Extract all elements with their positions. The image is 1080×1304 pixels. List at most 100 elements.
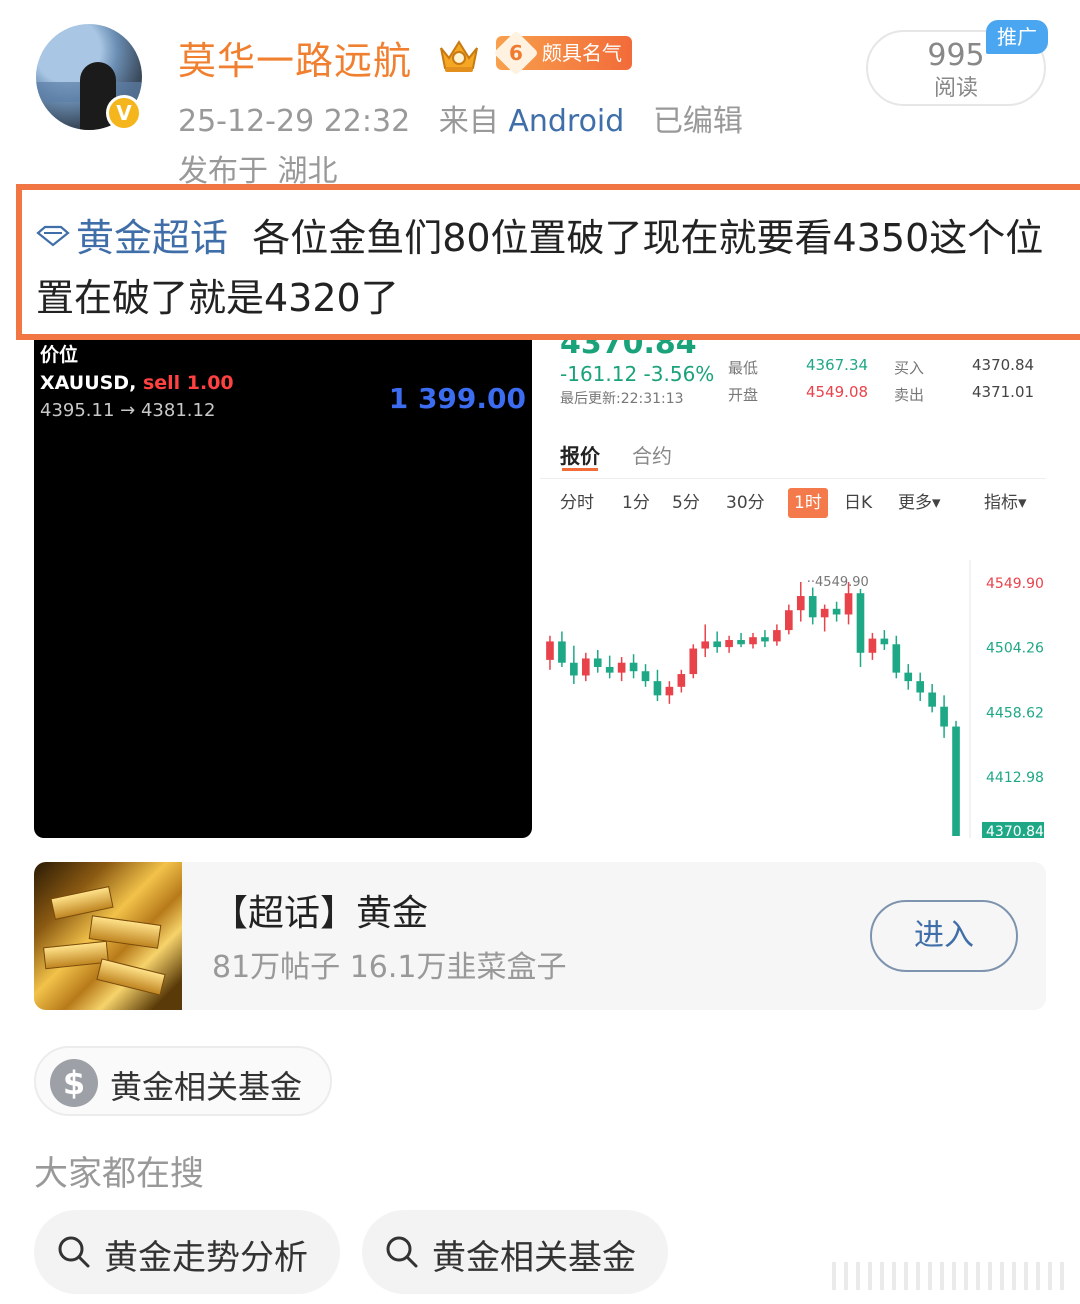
diamond-icon: [36, 225, 70, 247]
edited-flag[interactable]: 已编辑: [653, 104, 743, 139]
candle-body: [605, 666, 614, 673]
candle-body: [581, 658, 590, 676]
candle-body: [725, 640, 733, 648]
candle-body: [713, 641, 721, 648]
dollar-icon: $: [50, 1059, 98, 1107]
candle-body: [737, 640, 745, 645]
author-name[interactable]: 莫华一路远航: [178, 30, 412, 85]
tab-quote[interactable]: 报价: [560, 440, 600, 469]
period-bar: 分时 1分 5分 30分 1时 日K 更多▾ 指标▾: [540, 488, 1046, 518]
period-1m[interactable]: 1分: [622, 488, 650, 518]
promo-tag[interactable]: 推广: [986, 20, 1048, 54]
gold-bar: [96, 958, 166, 996]
candle-body: [749, 637, 757, 645]
candle-body: [796, 596, 805, 611]
candle-body: [892, 644, 901, 673]
y-tick-label: 4458.62: [986, 705, 1044, 721]
topic-card-title: 【超话】黄金: [212, 893, 429, 934]
y-tick-label: 4412.98: [986, 770, 1044, 786]
stat-label-open: 开盘: [728, 386, 759, 404]
source-prefix: 来自: [438, 104, 499, 139]
candle-body: [785, 610, 793, 631]
candle-body: [689, 648, 698, 675]
level-badge[interactable]: 6 颇具名气: [493, 30, 632, 76]
candle-body: [653, 681, 662, 696]
topic-card[interactable]: 【超话】黄金 81万帖子 16.1万韭菜盒子 进入: [34, 862, 1046, 1010]
fund-chip-label: 黄金相关基金: [110, 1068, 303, 1106]
candle-body: [761, 637, 769, 642]
level-title: 颇具名气: [542, 41, 622, 65]
candle-body: [593, 658, 602, 667]
period-fenshi[interactable]: 分时: [560, 488, 594, 518]
level-number: 6: [493, 30, 539, 76]
enter-button[interactable]: 进入: [870, 900, 1018, 972]
candle-body: [546, 641, 554, 660]
trade-symbol-line: XAUUSD, sell 1.00: [40, 372, 234, 394]
post-text: 黄金超话 各位金鱼们80位置破了现在就要看4350这个位置在破了就是4320了: [36, 208, 1046, 328]
candle-body: [880, 638, 889, 645]
candle-body: [904, 672, 913, 682]
stat-value-open: 4549.08: [806, 383, 869, 401]
period-30m[interactable]: 30分: [726, 488, 765, 518]
trade-heading: 价位: [40, 344, 79, 366]
post-timestamp: 25-12-29 22:32: [178, 104, 411, 139]
candle-body: [641, 671, 650, 682]
tab-contract[interactable]: 合约: [632, 440, 672, 469]
post-meta: 25-12-29 22:32 来自 Android 已编辑: [178, 96, 743, 140]
candle-body: [820, 608, 829, 618]
high-marker-label: ··4549.90: [807, 575, 869, 590]
candle-body: [701, 641, 710, 649]
crown-icon: [440, 40, 478, 72]
tab-quote-underline: [562, 468, 598, 471]
period-daily[interactable]: 日K: [844, 488, 872, 518]
candle-body: [617, 662, 626, 673]
trade-pnl: 1 399.00: [388, 382, 526, 415]
y-tick-label: 4504.26: [986, 641, 1044, 657]
period-more[interactable]: 更多▾: [898, 488, 941, 518]
search-chip-label: 黄金相关基金: [432, 1238, 636, 1278]
post-source[interactable]: Android: [508, 104, 624, 139]
search-icon: [386, 1236, 418, 1268]
candle-body: [832, 608, 841, 615]
stat-label-low: 最低: [728, 359, 759, 377]
candlestick-chart[interactable]: 4549.90 4504.26 4458.62 4412.98 4370.84 ··454…: [540, 560, 1046, 838]
period-1h[interactable]: 1时: [788, 488, 828, 518]
gesture-bar: [832, 1262, 1072, 1290]
candle-body: [928, 692, 936, 707]
period-5m[interactable]: 5分: [672, 488, 700, 518]
quote-price: 4370.84: [560, 340, 697, 361]
period-indicators[interactable]: 指标▾: [984, 488, 1027, 518]
search-chip[interactable]: 黄金走势分析: [34, 1210, 340, 1294]
y-tick-label: 4549.90: [986, 576, 1044, 592]
search-icon: [58, 1236, 90, 1268]
topic-link[interactable]: 黄金超话: [36, 216, 228, 260]
tab-divider: [540, 478, 1046, 479]
candle-body: [665, 686, 674, 696]
candle-body: [916, 681, 925, 693]
candle-body: [856, 593, 865, 653]
quote-screenshot[interactable]: 4370.84 -161.12 -3.56% 最后更新:22:31:13 最低 …: [540, 340, 1046, 838]
stat-value-ask: 4371.01: [972, 383, 1035, 401]
read-label: 阅读: [933, 76, 978, 101]
search-chip-label: 黄金走势分析: [104, 1238, 308, 1278]
search-section-title: 大家都在搜: [34, 1154, 204, 1194]
candle-body: [808, 596, 817, 618]
fund-chip[interactable]: $ 黄金相关基金: [34, 1046, 332, 1116]
quote-change: -161.12 -3.56%: [560, 362, 715, 386]
candle-body: [677, 674, 686, 687]
candle-body: [952, 726, 960, 836]
verified-badge: V: [106, 95, 142, 131]
trade-prices: 4395.11 → 4381.12: [40, 400, 216, 421]
stat-label-bid: 买入: [894, 359, 925, 377]
search-chip[interactable]: 黄金相关基金: [362, 1210, 668, 1294]
candle-body: [844, 593, 853, 615]
candle-body: [629, 662, 638, 672]
trade-screenshot[interactable]: 价位 XAUUSD, sell 1.00 4395.11 → 4381.12 1…: [34, 340, 532, 838]
candle-body: [570, 662, 578, 676]
stat-value-bid: 4370.84: [972, 356, 1035, 374]
candle-body: [558, 641, 566, 663]
topic-card-subtitle: 81万帖子 16.1万韭菜盒子: [212, 950, 567, 985]
quote-last-update: 最后更新:22:31:13: [560, 391, 684, 407]
candle-body: [773, 630, 781, 642]
stat-label-ask: 卖出: [894, 386, 925, 404]
